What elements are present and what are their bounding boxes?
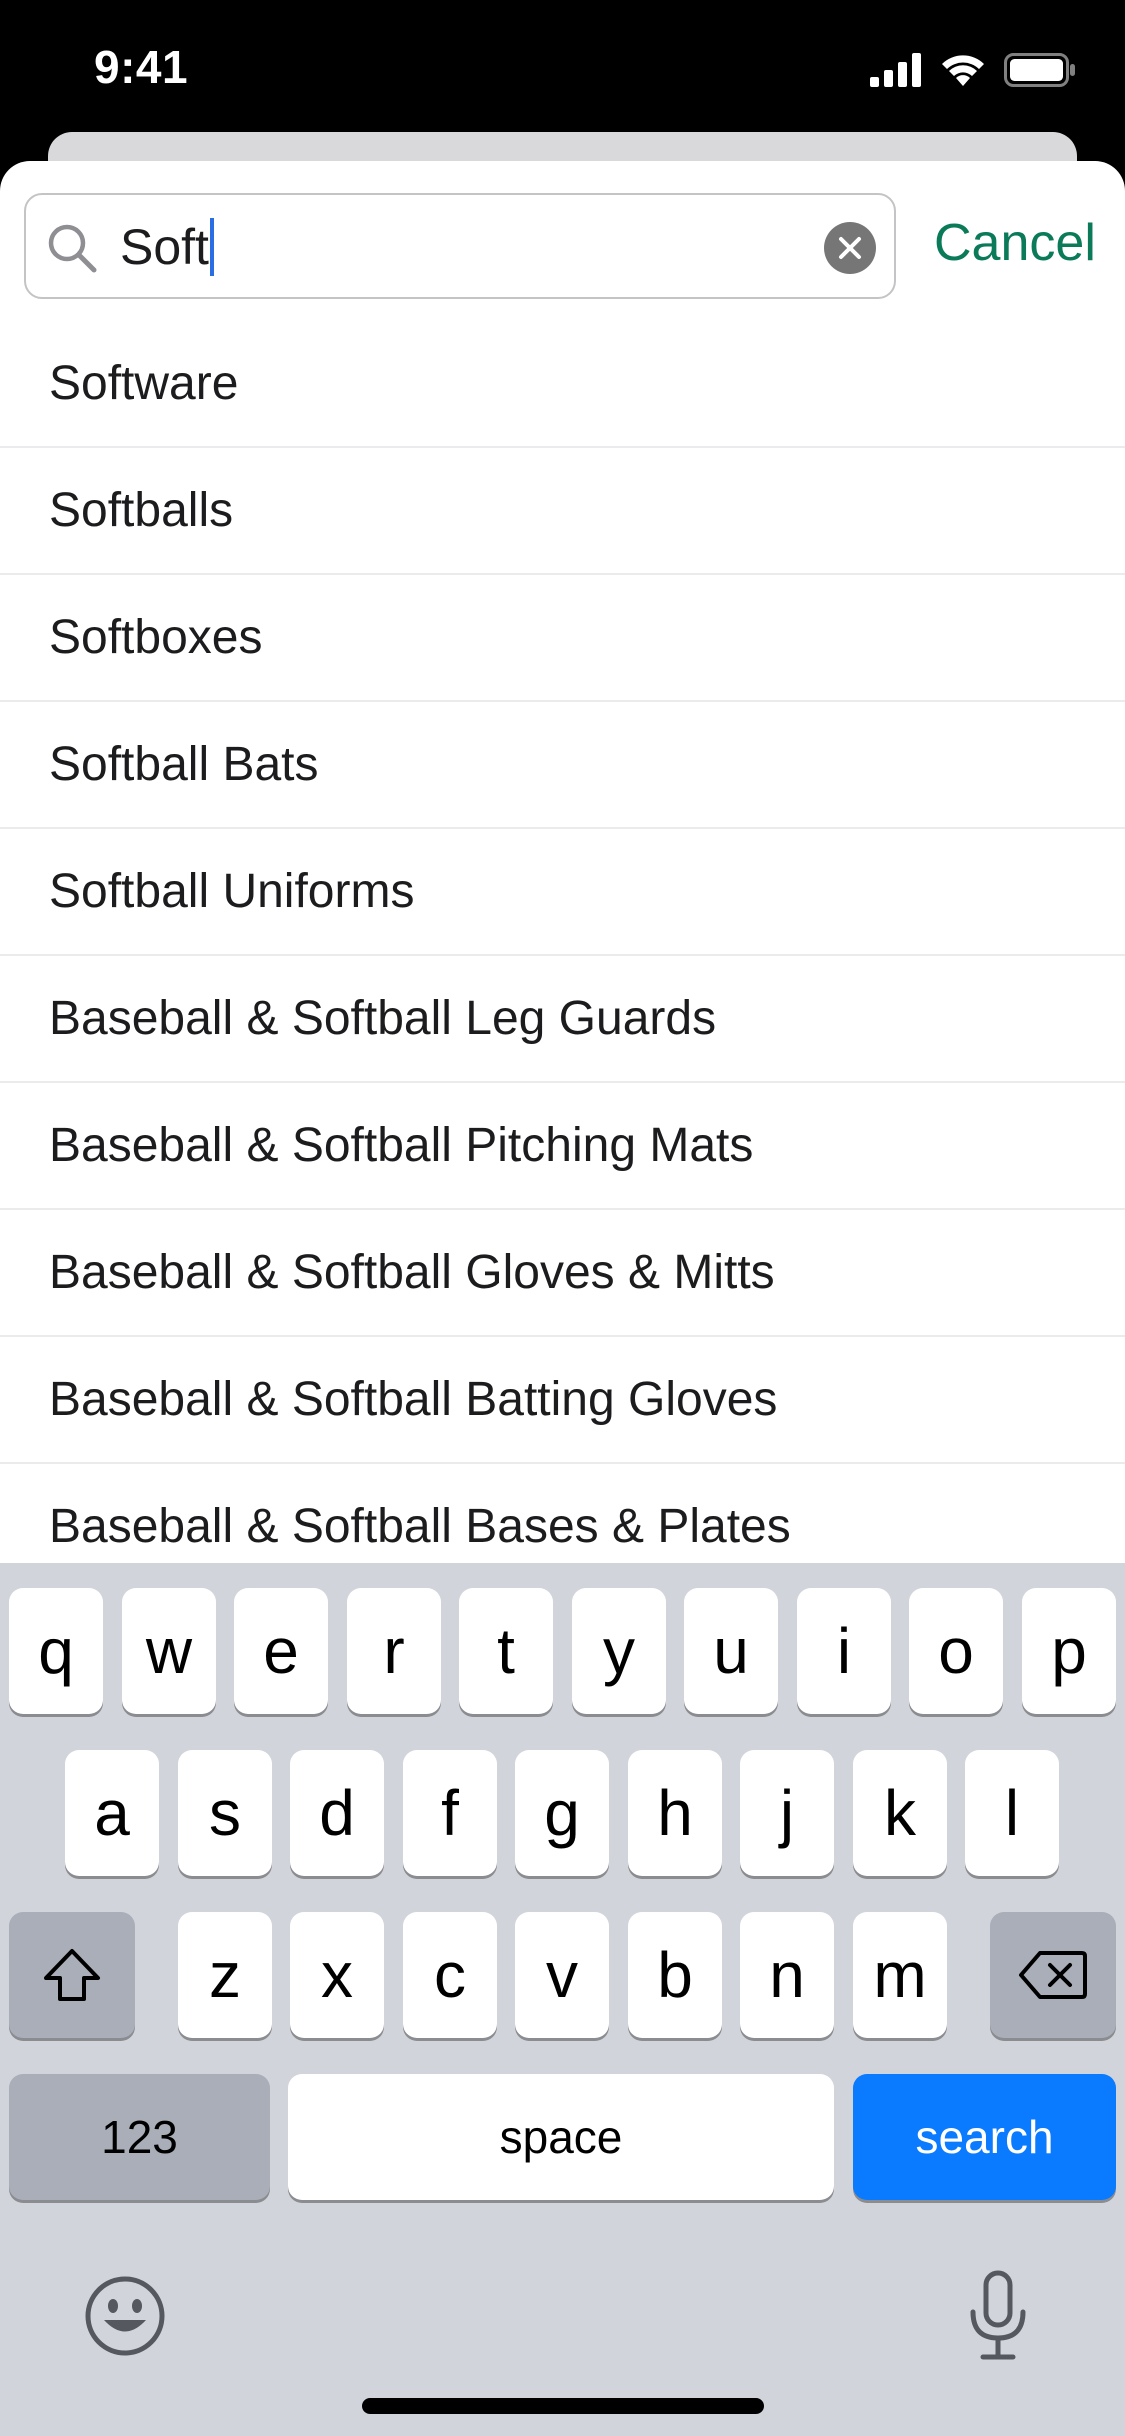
key-e[interactable]: e (234, 1588, 328, 1714)
key-l[interactable]: l (965, 1750, 1059, 1876)
key-m[interactable]: m (853, 1912, 947, 2038)
search-key[interactable]: search (853, 2074, 1116, 2200)
space-key[interactable]: space (288, 2074, 834, 2200)
key-b[interactable]: b (628, 1912, 722, 2038)
key-w[interactable]: w (122, 1588, 216, 1714)
status-icons (870, 50, 1076, 90)
suggestion-item[interactable]: Baseball & Softball Pitching Mats (0, 1083, 1125, 1210)
key-y[interactable]: y (572, 1588, 666, 1714)
backspace-icon (1019, 1951, 1087, 1999)
key-r[interactable]: r (347, 1588, 441, 1714)
key-x[interactable]: x (290, 1912, 384, 2038)
suggestion-item[interactable]: Softboxes (0, 575, 1125, 702)
search-input[interactable]: Soft (24, 193, 896, 299)
wifi-icon (942, 55, 984, 86)
key-h[interactable]: h (628, 1750, 722, 1876)
key-t[interactable]: t (459, 1588, 553, 1714)
numbers-key[interactable]: 123 (9, 2074, 270, 2200)
text-caret (209, 218, 214, 276)
suggestion-list: Software Softballs Softboxes Softball Ba… (0, 321, 1125, 1591)
search-query: Soft (120, 219, 209, 275)
emoji-icon[interactable] (84, 2275, 166, 2357)
key-v[interactable]: v (515, 1912, 609, 2038)
backspace-key[interactable] (990, 1912, 1116, 2038)
key-a[interactable]: a (65, 1750, 159, 1876)
key-o[interactable]: o (909, 1588, 1003, 1714)
key-i[interactable]: i (797, 1588, 891, 1714)
home-indicator[interactable] (362, 2398, 764, 2414)
key-j[interactable]: j (740, 1750, 834, 1876)
status-bar: 9:41 (0, 0, 1125, 132)
close-icon (839, 237, 861, 259)
key-s[interactable]: s (178, 1750, 272, 1876)
phone-screen: 9:41 Soft Cancel Software Softballs Soft… (0, 0, 1125, 2436)
key-u[interactable]: u (684, 1588, 778, 1714)
key-q[interactable]: q (9, 1588, 103, 1714)
key-p[interactable]: p (1022, 1588, 1116, 1714)
battery-icon (1004, 53, 1075, 87)
search-input-text[interactable]: Soft (120, 217, 214, 277)
shift-icon (44, 1949, 100, 2001)
key-k[interactable]: k (853, 1750, 947, 1876)
microphone-icon[interactable] (963, 2270, 1033, 2362)
suggestion-item[interactable]: Baseball & Softball Leg Guards (0, 956, 1125, 1083)
suggestion-item[interactable]: Softball Uniforms (0, 829, 1125, 956)
cancel-button[interactable]: Cancel (934, 213, 1096, 273)
key-f[interactable]: f (403, 1750, 497, 1876)
suggestion-item[interactable]: Baseball & Softball Gloves & Mitts (0, 1210, 1125, 1337)
key-g[interactable]: g (515, 1750, 609, 1876)
key-n[interactable]: n (740, 1912, 834, 2038)
shift-key[interactable] (9, 1912, 135, 2038)
keyboard: q w e r t y u i o p a s d f g h j k l z … (0, 1563, 1125, 2436)
search-icon (48, 224, 97, 273)
key-d[interactable]: d (290, 1750, 384, 1876)
key-c[interactable]: c (403, 1912, 497, 2038)
status-time: 9:41 (94, 41, 189, 93)
suggestion-item[interactable]: Software (0, 321, 1125, 448)
cellular-signal-icon (870, 53, 921, 87)
suggestion-item[interactable]: Baseball & Softball Batting Gloves (0, 1337, 1125, 1464)
suggestion-item[interactable]: Softball Bats (0, 702, 1125, 829)
suggestion-item[interactable]: Softballs (0, 448, 1125, 575)
key-z[interactable]: z (178, 1912, 272, 2038)
clear-search-button[interactable] (824, 222, 876, 274)
